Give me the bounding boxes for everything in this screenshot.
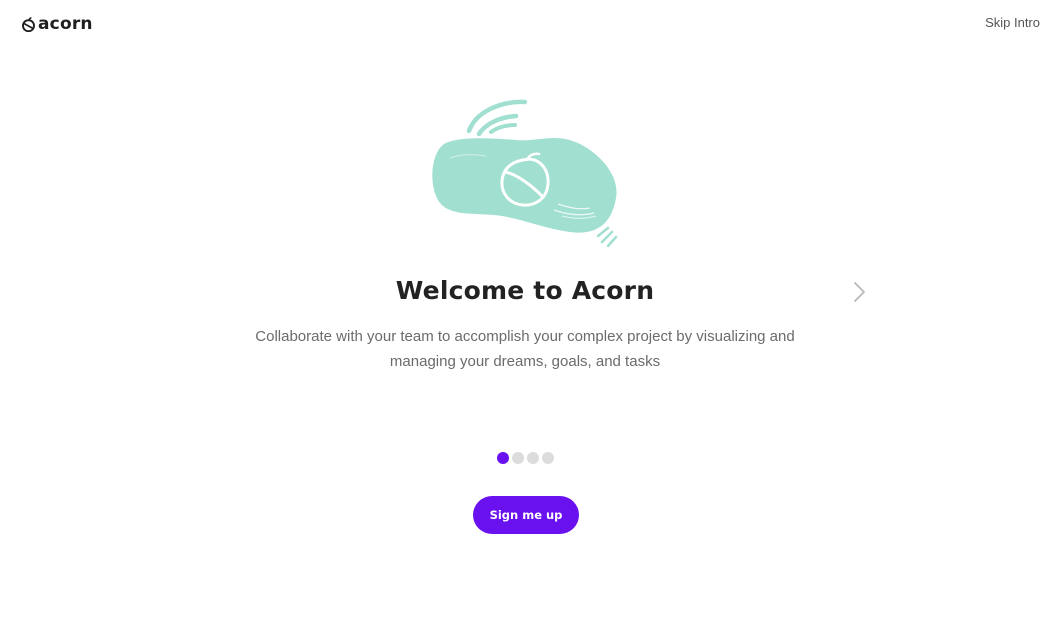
page-subtitle: Collaborate with your team to accomplish… bbox=[255, 328, 795, 370]
skip-intro-link[interactable]: Skip Intro bbox=[985, 15, 1040, 31]
pagination-dot-3[interactable] bbox=[527, 452, 539, 464]
pagination-dot-2[interactable] bbox=[512, 452, 524, 464]
acorn-illustration bbox=[432, 99, 618, 248]
page-title: Welcome to Acorn bbox=[395, 276, 655, 305]
pagination-dot-4[interactable] bbox=[542, 452, 554, 464]
intro-page: acorn Skip Intro Welcome to Acorn Collab… bbox=[0, 0, 1050, 640]
acorn-logo-icon bbox=[22, 16, 35, 32]
chevron-right-icon[interactable] bbox=[849, 280, 869, 304]
logo-text: acorn bbox=[38, 14, 93, 34]
app-logo[interactable]: acorn bbox=[22, 13, 93, 35]
pagination-dots bbox=[497, 452, 554, 464]
sign-up-button[interactable]: Sign me up bbox=[473, 496, 579, 534]
pagination-dot-1[interactable] bbox=[497, 452, 509, 464]
